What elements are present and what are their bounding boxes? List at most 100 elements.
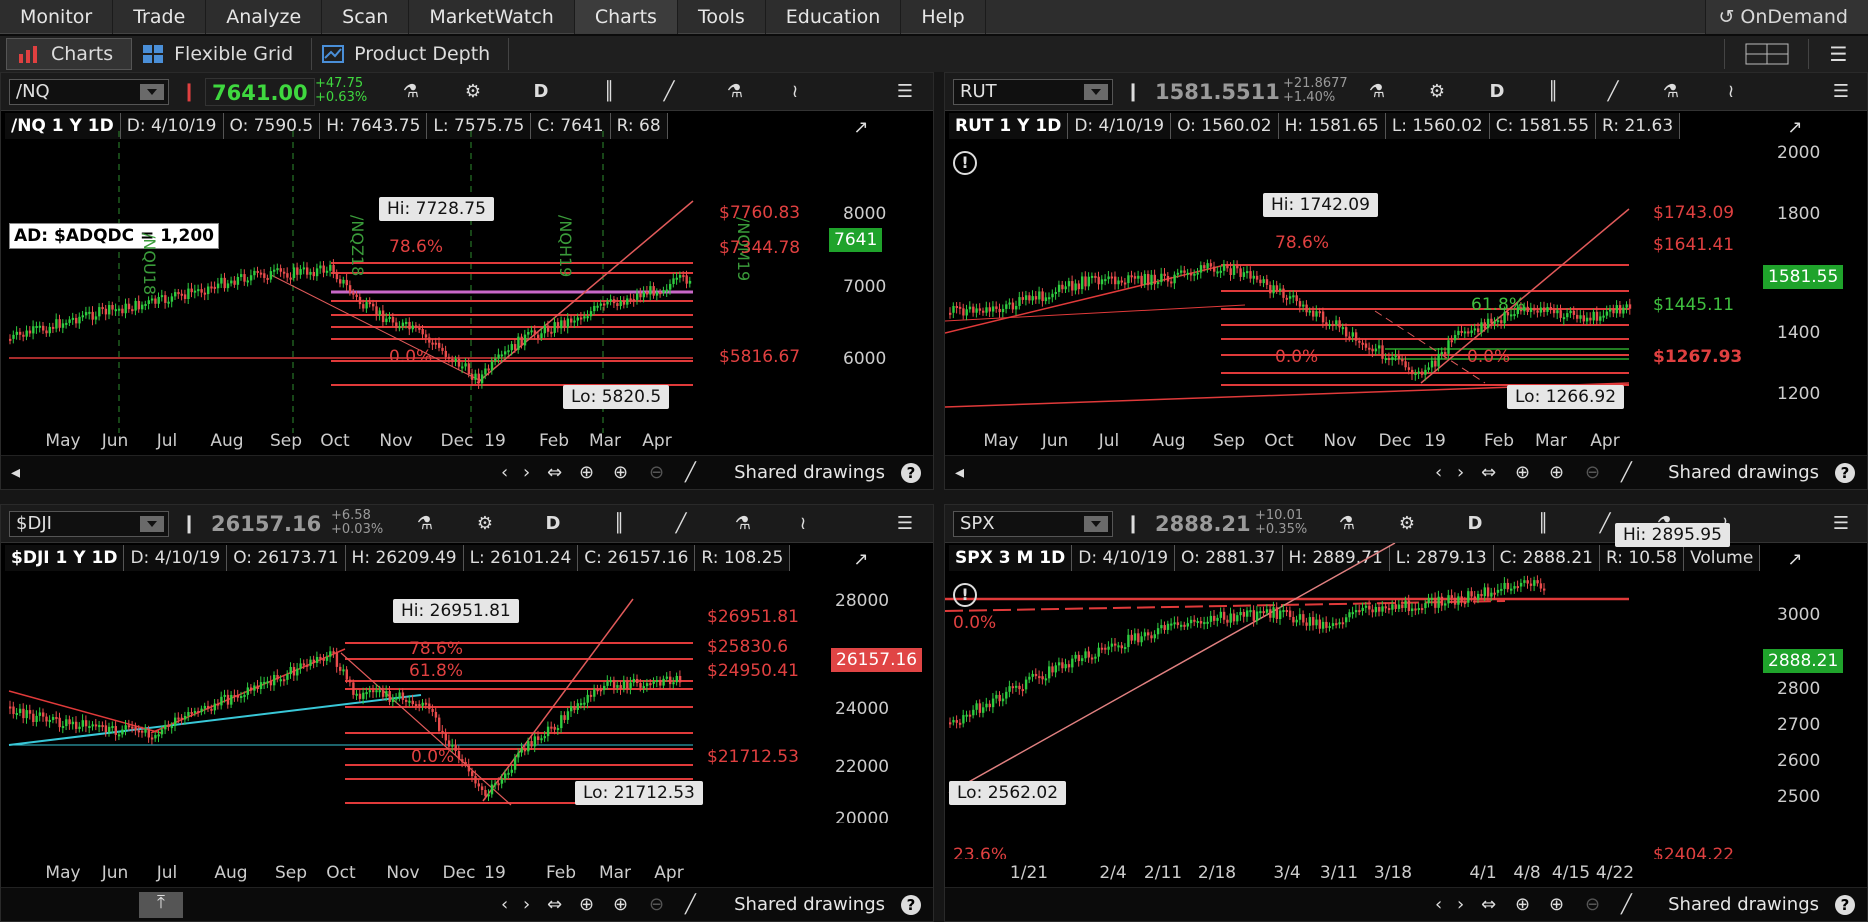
help-icon[interactable]: ? bbox=[901, 463, 921, 483]
help-icon[interactable]: ? bbox=[901, 895, 921, 915]
shared-drawings-button[interactable]: Shared drawings bbox=[1668, 462, 1819, 483]
settings-gear-icon[interactable]: ⚙ bbox=[461, 81, 485, 103]
flask-icon[interactable]: ⚗ bbox=[1659, 81, 1683, 103]
link-icon[interactable]: ❙ bbox=[1121, 81, 1145, 103]
draw-line-icon[interactable]: ╱ bbox=[1621, 462, 1632, 483]
zoom-out-icon[interactable]: ⊖ bbox=[649, 894, 664, 915]
period-button[interactable]: D bbox=[541, 513, 565, 535]
high-callout[interactable]: Hi: 7728.75 bbox=[379, 197, 494, 221]
high-callout[interactable]: Hi: 26951.81 bbox=[393, 599, 519, 623]
panel-menu-icon[interactable]: ☰ bbox=[893, 513, 917, 535]
zoom-out-icon[interactable]: ⊖ bbox=[649, 462, 664, 483]
candlestick-style-icon[interactable]: ║ bbox=[1541, 81, 1565, 103]
settings-gear-icon[interactable]: ⚙ bbox=[1395, 513, 1419, 535]
panel-menu-icon[interactable]: ☰ bbox=[1829, 81, 1853, 103]
candlestick-style-icon[interactable]: ║ bbox=[1531, 513, 1555, 535]
alert-icon[interactable]: ! bbox=[953, 151, 977, 175]
pattern-icon[interactable]: ≀ bbox=[783, 81, 807, 103]
low-callout[interactable]: Lo: 21712.53 bbox=[575, 781, 703, 805]
menu-help[interactable]: Help bbox=[901, 0, 986, 34]
panel-menu-icon[interactable]: ☰ bbox=[893, 81, 917, 103]
zoom-in-icon[interactable]: ⊕ bbox=[1549, 462, 1564, 483]
symbol-selector[interactable]: $DJI bbox=[9, 511, 169, 537]
shared-drawings-button[interactable]: Shared drawings bbox=[1668, 894, 1819, 915]
zoom-fit-icon[interactable]: ⇔ bbox=[1481, 894, 1496, 915]
low-callout[interactable]: Lo: 2562.02 bbox=[949, 781, 1067, 805]
studies-flask-icon[interactable]: ⚗ bbox=[1335, 513, 1359, 535]
crosshair-icon[interactable]: ⊕ bbox=[579, 894, 594, 915]
zoom-in-icon[interactable]: ⊕ bbox=[613, 462, 628, 483]
pan-right-icon[interactable]: › bbox=[1457, 894, 1464, 915]
help-icon[interactable]: ? bbox=[1835, 463, 1855, 483]
low-callout[interactable]: Lo: 1266.92 bbox=[1507, 385, 1625, 409]
help-icon[interactable]: ? bbox=[1835, 895, 1855, 915]
candlestick-style-icon[interactable]: ║ bbox=[597, 81, 621, 103]
link-icon[interactable]: ❙ bbox=[1121, 513, 1145, 535]
alert-icon[interactable]: ! bbox=[953, 583, 977, 607]
price-chart[interactable] bbox=[1, 543, 933, 887]
zoom-in-icon[interactable]: ⊕ bbox=[613, 894, 628, 915]
zoom-in-icon[interactable]: ⊕ bbox=[1549, 894, 1564, 915]
pattern-icon[interactable]: ≀ bbox=[1719, 81, 1743, 103]
panel-divider-horizontal[interactable] bbox=[0, 490, 1868, 504]
subtab-charts[interactable]: Charts bbox=[6, 38, 133, 70]
pan-left-icon[interactable]: ‹ bbox=[501, 894, 508, 915]
crosshair-icon[interactable]: ⊕ bbox=[1515, 894, 1530, 915]
collapse-panel-icon[interactable]: ⤒ bbox=[139, 892, 183, 918]
zoom-out-icon[interactable]: ⊖ bbox=[1585, 462, 1600, 483]
high-callout[interactable]: Hi: 2895.95 bbox=[1615, 523, 1730, 547]
flask-icon[interactable]: ⚗ bbox=[723, 81, 747, 103]
pattern-icon[interactable]: ≀ bbox=[791, 513, 815, 535]
draw-line-icon[interactable]: ╱ bbox=[1621, 894, 1632, 915]
subtab-product-depth[interactable]: Product Depth bbox=[312, 38, 510, 70]
shared-drawings-button[interactable]: Shared drawings bbox=[734, 462, 885, 483]
studies-flask-icon[interactable]: ⚗ bbox=[413, 513, 437, 535]
link-icon[interactable]: ❙ bbox=[177, 513, 201, 535]
settings-gear-icon[interactable]: ⚙ bbox=[1425, 81, 1449, 103]
pan-right-icon[interactable]: › bbox=[1457, 462, 1464, 483]
menu-scan[interactable]: Scan bbox=[322, 0, 410, 34]
drawing-line-icon[interactable]: ╱ bbox=[1601, 81, 1625, 103]
dropdown-icon[interactable] bbox=[1084, 516, 1108, 532]
crosshair-icon[interactable]: ⊕ bbox=[579, 462, 594, 483]
period-button[interactable]: D bbox=[1485, 81, 1509, 103]
panel-menu-icon[interactable]: ☰ bbox=[1829, 513, 1853, 535]
zoom-fit-icon[interactable]: ⇔ bbox=[547, 894, 562, 915]
subbar-menu-button[interactable]: ☰ bbox=[1808, 39, 1868, 69]
pan-left-icon[interactable]: ‹ bbox=[501, 462, 508, 483]
pan-left-icon[interactable]: ‹ bbox=[1435, 462, 1442, 483]
zoom-fit-icon[interactable]: ⇔ bbox=[547, 462, 562, 483]
studies-flask-icon[interactable]: ⚗ bbox=[1365, 81, 1389, 103]
pan-right-icon[interactable]: › bbox=[523, 894, 530, 915]
price-chart[interactable] bbox=[945, 543, 1867, 887]
subtab-flexible-grid[interactable]: Flexible Grid bbox=[132, 38, 313, 70]
menu-education[interactable]: Education bbox=[766, 0, 902, 34]
symbol-selector[interactable]: RUT bbox=[953, 79, 1113, 105]
menu-analyze[interactable]: Analyze bbox=[206, 0, 323, 34]
high-callout[interactable]: Hi: 1742.09 bbox=[1263, 193, 1378, 217]
dropdown-icon[interactable] bbox=[140, 84, 164, 100]
price-chart[interactable] bbox=[945, 111, 1867, 455]
flask-icon[interactable]: ⚗ bbox=[731, 513, 755, 535]
studies-flask-icon[interactable]: ⚗ bbox=[399, 81, 423, 103]
menu-monitor[interactable]: Monitor bbox=[0, 0, 114, 34]
scroll-left-icon[interactable]: ◂ bbox=[11, 462, 20, 483]
crosshair-icon[interactable]: ⊕ bbox=[1515, 462, 1530, 483]
pan-right-icon[interactable]: › bbox=[523, 462, 530, 483]
settings-gear-icon[interactable]: ⚙ bbox=[473, 513, 497, 535]
link-icon[interactable]: ❙ bbox=[177, 81, 201, 103]
period-button[interactable]: D bbox=[1463, 513, 1487, 535]
pan-left-icon[interactable]: ‹ bbox=[1435, 894, 1442, 915]
menu-trade[interactable]: Trade bbox=[113, 0, 207, 34]
dropdown-icon[interactable] bbox=[1084, 84, 1108, 100]
menu-tools[interactable]: Tools bbox=[678, 0, 766, 34]
symbol-selector[interactable]: SPX bbox=[953, 511, 1113, 537]
drawing-line-icon[interactable]: ╱ bbox=[657, 81, 681, 103]
menu-marketwatch[interactable]: MarketWatch bbox=[409, 0, 575, 34]
draw-line-icon[interactable]: ╱ bbox=[685, 462, 696, 483]
period-button[interactable]: D bbox=[529, 81, 553, 103]
low-callout[interactable]: Lo: 5820.5 bbox=[563, 385, 670, 409]
candlestick-style-icon[interactable]: ║ bbox=[607, 513, 631, 535]
ondemand-button[interactable]: ↺ OnDemand bbox=[1705, 0, 1868, 34]
drawing-line-icon[interactable]: ╱ bbox=[1593, 513, 1617, 535]
